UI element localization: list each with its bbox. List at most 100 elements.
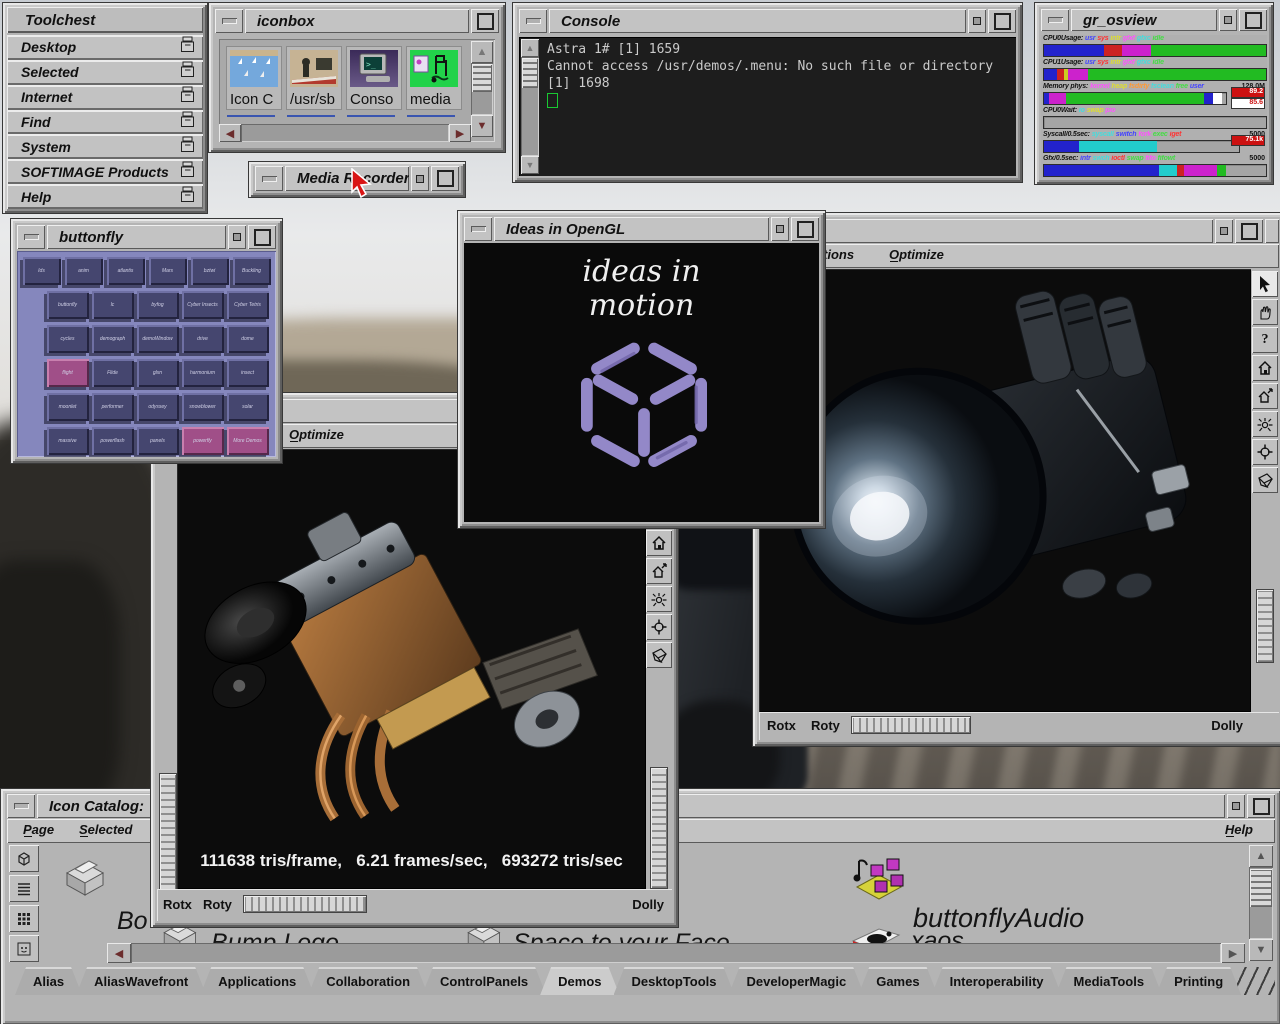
buttonfly-button-flight[interactable]: flight — [47, 359, 89, 387]
scroll-up-button[interactable]: ▲ — [521, 39, 539, 57]
toolchest-item-internet[interactable]: Internet — [7, 85, 203, 110]
vertical-scrollbar[interactable] — [521, 57, 539, 156]
set-home-button[interactable] — [646, 558, 672, 584]
scroll-left-button[interactable]: ◀ — [107, 943, 131, 963]
pan-hand-button[interactable] — [1252, 299, 1278, 325]
buttonfly-button-buttonfly[interactable]: buttonfly — [47, 291, 89, 319]
buttonfly-button-flide[interactable]: Flide — [92, 359, 134, 387]
buttonfly-button-performer[interactable]: performer — [92, 393, 134, 421]
toolchest-item-desktop[interactable]: Desktop — [7, 35, 203, 60]
ideas-3d-viewport[interactable]: ideas in motion — [464, 243, 819, 522]
home-view-button[interactable] — [1252, 355, 1278, 381]
dolly-thumbwheel[interactable] — [650, 767, 668, 889]
restore-button[interactable] — [1215, 219, 1233, 243]
buttonfly-button-byfog[interactable]: byfog — [137, 291, 179, 319]
scroll-left-button[interactable]: ◀ — [219, 124, 241, 142]
terminal-area[interactable]: ▲ ▼ Astra 1# [1] 1659 Cannot access /usr… — [519, 37, 1016, 176]
tab-mediatools[interactable]: MediaTools — [1056, 967, 1163, 995]
buttonfly-button-snowblower[interactable]: snowblower — [182, 393, 224, 421]
maximize-button[interactable] — [1239, 9, 1267, 31]
roty-thumbwheel[interactable] — [243, 895, 367, 913]
restore-button[interactable] — [228, 225, 246, 249]
scrollbar-thumb[interactable] — [522, 58, 538, 88]
buttonfly-button-demowindow[interactable]: demoWindow — [137, 325, 179, 353]
perspective-button[interactable] — [1252, 467, 1278, 493]
buttonfly-button-buckling[interactable]: Buckling — [233, 257, 271, 285]
buttonfly-button-mars[interactable]: Mars — [149, 257, 187, 285]
toolchest-item-find[interactable]: Find — [7, 110, 203, 135]
scrollbar-thumb[interactable] — [472, 64, 492, 92]
tab-demos[interactable]: Demos — [540, 967, 619, 995]
scroll-right-button[interactable]: ▶ — [449, 124, 471, 142]
tab-printing[interactable]: Printing — [1156, 967, 1241, 995]
tab-controlpanels[interactable]: ControlPanels — [422, 967, 546, 995]
iconbox-item[interactable]: /usr/sb — [287, 47, 341, 109]
scroll-down-button[interactable]: ▼ — [471, 115, 493, 137]
scroll-up-button[interactable]: ▲ — [471, 41, 493, 63]
perspective-button[interactable] — [646, 642, 672, 668]
dolly-thumbwheel[interactable] — [1256, 589, 1274, 663]
buttonfly-button-glxn[interactable]: glxn — [137, 359, 179, 387]
help-button[interactable]: ? — [1252, 327, 1278, 353]
view-3d-button[interactable] — [9, 845, 39, 872]
catalog-item-label[interactable]: Bo — [117, 907, 148, 936]
minimize-button[interactable] — [255, 166, 283, 191]
buttonfly-button-massive[interactable]: massive — [47, 427, 89, 455]
buttonfly-button-demograph[interactable]: demograph — [92, 325, 134, 353]
buttonfly-button-cycles[interactable]: cycles — [47, 325, 89, 353]
view-all-button[interactable] — [1252, 411, 1278, 437]
restore-button[interactable] — [771, 217, 789, 241]
buttonfly-button-dome[interactable]: dome — [227, 325, 269, 353]
maximize-button[interactable] — [791, 217, 819, 241]
vertical-scrollbar[interactable] — [1249, 867, 1273, 939]
horizontal-scrollbar[interactable] — [241, 124, 449, 142]
camera-3d-viewport[interactable] — [759, 269, 1251, 712]
restore-button[interactable] — [1227, 794, 1245, 818]
toolchest-item-selected[interactable]: Selected — [7, 60, 203, 85]
buttonfly-button-powerfly[interactable]: powerfly — [182, 427, 224, 455]
tab-collaboration[interactable]: Collaboration — [308, 967, 428, 995]
menu-optimize[interactable]: Optimize — [889, 247, 944, 262]
restore-button[interactable] — [411, 166, 429, 191]
buttonfly-button-drive[interactable]: drive — [182, 325, 224, 353]
seek-button[interactable] — [1252, 439, 1278, 465]
tab-alias[interactable]: Alias — [15, 967, 82, 995]
home-view-button[interactable] — [646, 530, 672, 556]
buttonfly-button-anim[interactable]: anim — [65, 257, 103, 285]
buttonfly-button-cyber-tetris[interactable]: Cyber Tetris — [227, 291, 269, 319]
menu-optimize[interactable]: Optimize — [289, 427, 344, 442]
toolchest-title[interactable]: Toolchest — [7, 7, 203, 33]
horizontal-scrollbar[interactable] — [131, 943, 1221, 963]
iconbox-item[interactable]: >_ Conso — [347, 47, 401, 109]
buttonfly-button-lc[interactable]: lc — [92, 291, 134, 319]
tab-aliaswavefront[interactable]: AliasWavefront — [76, 967, 206, 995]
minimize-button[interactable] — [464, 217, 492, 241]
pick-arrow-button[interactable] — [1252, 271, 1278, 297]
restore-button[interactable] — [1219, 9, 1237, 31]
more-tabs-indicator[interactable] — [1237, 967, 1275, 995]
buttonfly-button-harmonium[interactable]: harmonium — [182, 359, 224, 387]
scrollbar-thumb[interactable] — [1250, 869, 1272, 907]
maximize-button[interactable] — [1247, 794, 1275, 818]
vertical-scrollbar[interactable] — [471, 63, 493, 115]
set-home-button[interactable] — [1252, 383, 1278, 409]
seek-button[interactable] — [646, 614, 672, 640]
buttonfly-button-solar[interactable]: solar — [227, 393, 269, 421]
maximize-button[interactable] — [431, 166, 459, 191]
buttonfly-button-insect[interactable]: insect — [227, 359, 269, 387]
tab-games[interactable]: Games — [858, 967, 937, 995]
minimize-button[interactable] — [17, 225, 45, 249]
menu-help[interactable]: Help — [1225, 822, 1253, 837]
view-all-button[interactable] — [646, 586, 672, 612]
tab-applications[interactable]: Applications — [200, 967, 314, 995]
toolchest-item-softimage-products[interactable]: SOFTIMAGE Products — [7, 159, 203, 184]
restore-button[interactable] — [968, 9, 986, 33]
minimize-button[interactable] — [215, 9, 243, 33]
minimize-button[interactable] — [1041, 9, 1069, 31]
maximize-button[interactable] — [988, 9, 1016, 33]
maximize-button[interactable] — [471, 9, 499, 33]
menu-page[interactable]: Page — [23, 822, 54, 837]
iconbox-item[interactable]: Icon C — [227, 47, 281, 109]
buttonfly-button-moonlet[interactable]: moonlet — [47, 393, 89, 421]
iconbox-item[interactable]: media — [407, 47, 461, 109]
